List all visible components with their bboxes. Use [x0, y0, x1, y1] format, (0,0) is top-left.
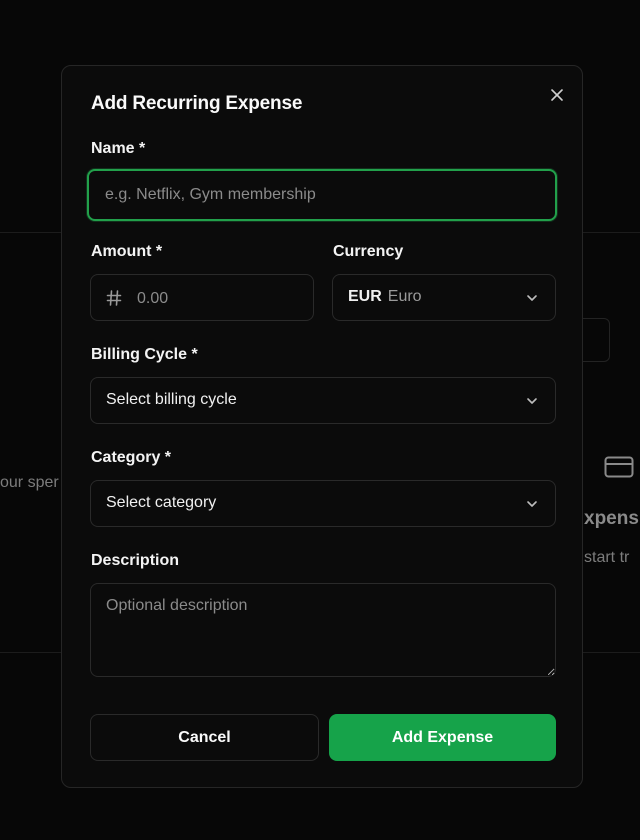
name-label: Name *: [91, 140, 146, 157]
cancel-button[interactable]: Cancel: [90, 714, 319, 761]
chevron-down-icon: [527, 501, 537, 507]
category-label: Category *: [91, 449, 172, 466]
description-textarea[interactable]: [90, 583, 556, 677]
currency-select[interactable]: EUR Euro: [332, 274, 556, 321]
credit-card-icon: [604, 456, 634, 478]
close-button[interactable]: [546, 84, 568, 106]
currency-value: EUR Euro: [348, 288, 422, 306]
category-value: Select category: [106, 494, 217, 511]
billing-cycle-value: Select billing cycle: [106, 391, 237, 408]
amount-field[interactable]: [90, 274, 314, 321]
currency-code: EUR: [348, 288, 382, 305]
description-label: Description: [91, 552, 180, 569]
name-input[interactable]: [87, 169, 557, 221]
hash-icon: [106, 290, 122, 306]
amount-label: Amount *: [91, 243, 163, 260]
currency-name: Euro: [387, 288, 422, 305]
category-select[interactable]: Select category: [90, 480, 556, 527]
chevron-down-icon: [527, 398, 537, 404]
chevron-down-icon: [527, 295, 537, 301]
currency-label: Currency: [333, 243, 404, 260]
billing-cycle-select[interactable]: Select billing cycle: [90, 377, 556, 424]
add-recurring-expense-dialog: Add Recurring Expense Name * Amount * Cu…: [61, 65, 583, 788]
dialog-title: Add Recurring Expense: [91, 93, 303, 114]
background-heading-fragment: xpens: [584, 508, 639, 529]
add-expense-button[interactable]: Add Expense: [329, 714, 556, 761]
close-icon: [551, 89, 563, 101]
background-text-fragment: start tr: [584, 549, 630, 566]
billing-cycle-label: Billing Cycle *: [91, 346, 198, 363]
amount-input[interactable]: [135, 283, 309, 315]
background-text-fragment: our sper: [0, 474, 59, 491]
